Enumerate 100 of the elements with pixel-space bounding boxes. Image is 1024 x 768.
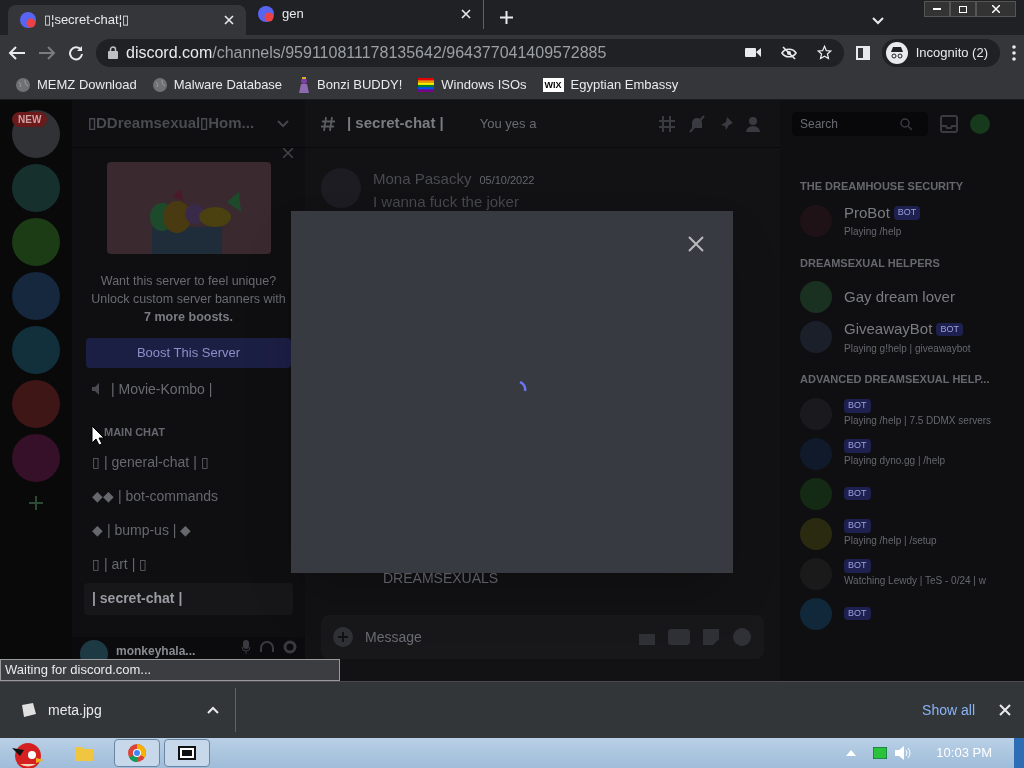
- member-group-title: ADVANCED DREAMSEXUAL HELP...: [799, 372, 991, 387]
- side-panel-icon[interactable]: [855, 45, 870, 60]
- member-item[interactable]: BOT: [792, 593, 1012, 634]
- member-status: Playing dyno.gg | /help: [844, 453, 945, 468]
- chevron-up-icon[interactable]: [207, 706, 219, 714]
- member-item[interactable]: BOT Watching Lewdy | TeS - 0/24 | w: [792, 553, 1012, 594]
- close-icon: [992, 5, 1000, 13]
- reload-icon[interactable]: [68, 44, 84, 61]
- more-menu-icon[interactable]: [1012, 44, 1016, 61]
- bot-tag: BOT: [844, 559, 871, 573]
- url-text: discord.com/channels/959110811178135642/964377041409572885: [126, 42, 607, 63]
- bot-tag: BOT: [844, 399, 871, 413]
- voice-channel[interactable]: | Movie-Kombo |: [111, 378, 213, 400]
- bookmark[interactable]: WIX Egyptian Embassy: [542, 74, 679, 95]
- image-file-icon: [20, 703, 36, 717]
- member-status: Playing /help | 7.5 DDMX servers: [844, 413, 992, 428]
- member-item[interactable]: BOT Playing dyno.gg | /help: [792, 433, 1012, 474]
- member-status: Playing /help: [844, 225, 903, 240]
- tab-title: gen: [282, 5, 305, 24]
- channel-item[interactable]: ▯ | general-chat | ▯: [84, 446, 293, 479]
- discord-icon: [20, 12, 36, 28]
- channel-item[interactable]: ◆ | bump-us | ◆: [84, 514, 293, 547]
- rainbow-flag-icon: [418, 77, 435, 92]
- taskbar-app-button[interactable]: [164, 739, 210, 767]
- lock-icon: [108, 46, 118, 59]
- minimize-button[interactable]: [924, 1, 950, 17]
- browser-tab[interactable]: gen: [246, 0, 484, 29]
- forward-icon[interactable]: [38, 44, 56, 61]
- globe-icon: [152, 77, 167, 92]
- battery-icon[interactable]: [873, 747, 888, 759]
- camera-icon[interactable]: [744, 47, 761, 58]
- tray-arrow-icon[interactable]: [846, 750, 857, 756]
- member-name: GiveawayBot: [844, 319, 933, 340]
- member-item[interactable]: ProBot BOT Playing /help: [792, 200, 1012, 241]
- member-group-title: THE DREAMHOUSE SECURITY: [799, 179, 965, 194]
- member-item[interactable]: BOT: [792, 473, 1012, 514]
- bookmark[interactable]: Windows ISOs: [418, 74, 527, 95]
- bot-tag: BOT: [893, 206, 921, 220]
- hash-icon: [321, 116, 335, 131]
- member-status: Playing /help | /setup: [844, 533, 937, 548]
- address-bar[interactable]: discord.com/channels/959110811178135642/964377041409572885: [96, 38, 844, 67]
- bookmark[interactable]: Bonzi BUDDY!: [298, 74, 403, 95]
- channel-item[interactable]: | secret-chat |: [84, 582, 293, 615]
- bot-tag: BOT: [844, 606, 871, 621]
- member-name: Gay dream lover: [844, 286, 955, 307]
- channel-title: | secret-chat |: [347, 113, 444, 134]
- mouse-cursor-icon: [91, 425, 105, 446]
- folder-icon[interactable]: [74, 744, 94, 762]
- headphones-icon[interactable]: [259, 640, 275, 654]
- member-item[interactable]: BOT Playing /help | 7.5 DDMX servers: [792, 393, 1012, 434]
- microphone-icon[interactable]: [241, 640, 251, 654]
- member-avatar: [800, 321, 832, 353]
- logo-icon: WIX: [542, 77, 564, 92]
- bot-tag: BOT: [844, 439, 871, 453]
- speaker-icon[interactable]: [895, 746, 912, 760]
- restore-button[interactable]: [950, 1, 976, 17]
- boost-button[interactable]: Boost This Server: [86, 338, 291, 368]
- channel-topic: You yes a: [479, 114, 537, 133]
- close-window-button[interactable]: [976, 1, 1016, 17]
- browser-icon: [128, 744, 146, 762]
- member-item[interactable]: GiveawayBot BOT Playing g!help | giveawaybot: [792, 317, 1012, 357]
- sticker-icon[interactable]: [702, 628, 720, 646]
- channel-item[interactable]: ▯ | art | ▯: [84, 548, 293, 581]
- archive-icon: [178, 746, 196, 760]
- incognito-button[interactable]: Incognito (2): [881, 38, 1000, 67]
- figure-icon: [298, 76, 311, 93]
- member-avatar: [800, 517, 832, 550]
- member-item[interactable]: BOT Playing /help | /setup: [792, 513, 1012, 554]
- bell-slash-icon[interactable]: [688, 114, 706, 133]
- member-group-title: DREAMSEXUAL HELPERS: [799, 255, 941, 271]
- category-label[interactable]: MAIN CHAT: [84, 424, 293, 441]
- message-date: 05/10/2022: [479, 173, 535, 188]
- member-status: Playing g!help | giveawaybot: [844, 341, 971, 356]
- boost-description: Want this server to feel unique? Unlock custom server banners with 7 more boosts.: [91, 273, 286, 326]
- eye-slash-icon[interactable]: [780, 45, 797, 60]
- plus-icon[interactable]: [333, 627, 353, 647]
- bookmark[interactable]: Malware Database: [152, 74, 283, 95]
- threads-icon[interactable]: [658, 114, 676, 133]
- search-box[interactable]: Search: [792, 112, 928, 136]
- message-input[interactable]: Message: [365, 626, 626, 648]
- member-item[interactable]: Gay dream lover: [792, 277, 1012, 317]
- download-item[interactable]: meta.jpg: [48, 699, 195, 721]
- member-avatar: [800, 477, 832, 510]
- add-server-icon[interactable]: [29, 496, 43, 510]
- bookmark[interactable]: MEMZ Download: [16, 74, 137, 95]
- new-tab-icon[interactable]: [500, 11, 513, 24]
- message-text: DREAMSEXUALS: [382, 569, 500, 588]
- back-icon[interactable]: [8, 44, 26, 61]
- message-field[interactable]: Message: [321, 615, 764, 659]
- status-tooltip: Waiting for discord.com...: [0, 659, 340, 681]
- show-all-link[interactable]: Show all: [922, 699, 975, 721]
- inbox-icon[interactable]: [940, 115, 958, 133]
- search-field[interactable]: Search: [800, 115, 900, 133]
- star-icon[interactable]: [816, 45, 832, 60]
- channel-item[interactable]: ◆◆ | bot-commands: [84, 480, 293, 513]
- browser-tab[interactable]: ▯¦secret-chat¦▯: [8, 5, 246, 35]
- bot-tag: BOT: [936, 322, 963, 337]
- speaker-icon: [92, 383, 99, 395]
- incognito-icon: [885, 41, 908, 64]
- close-icon[interactable]: [688, 236, 704, 252]
